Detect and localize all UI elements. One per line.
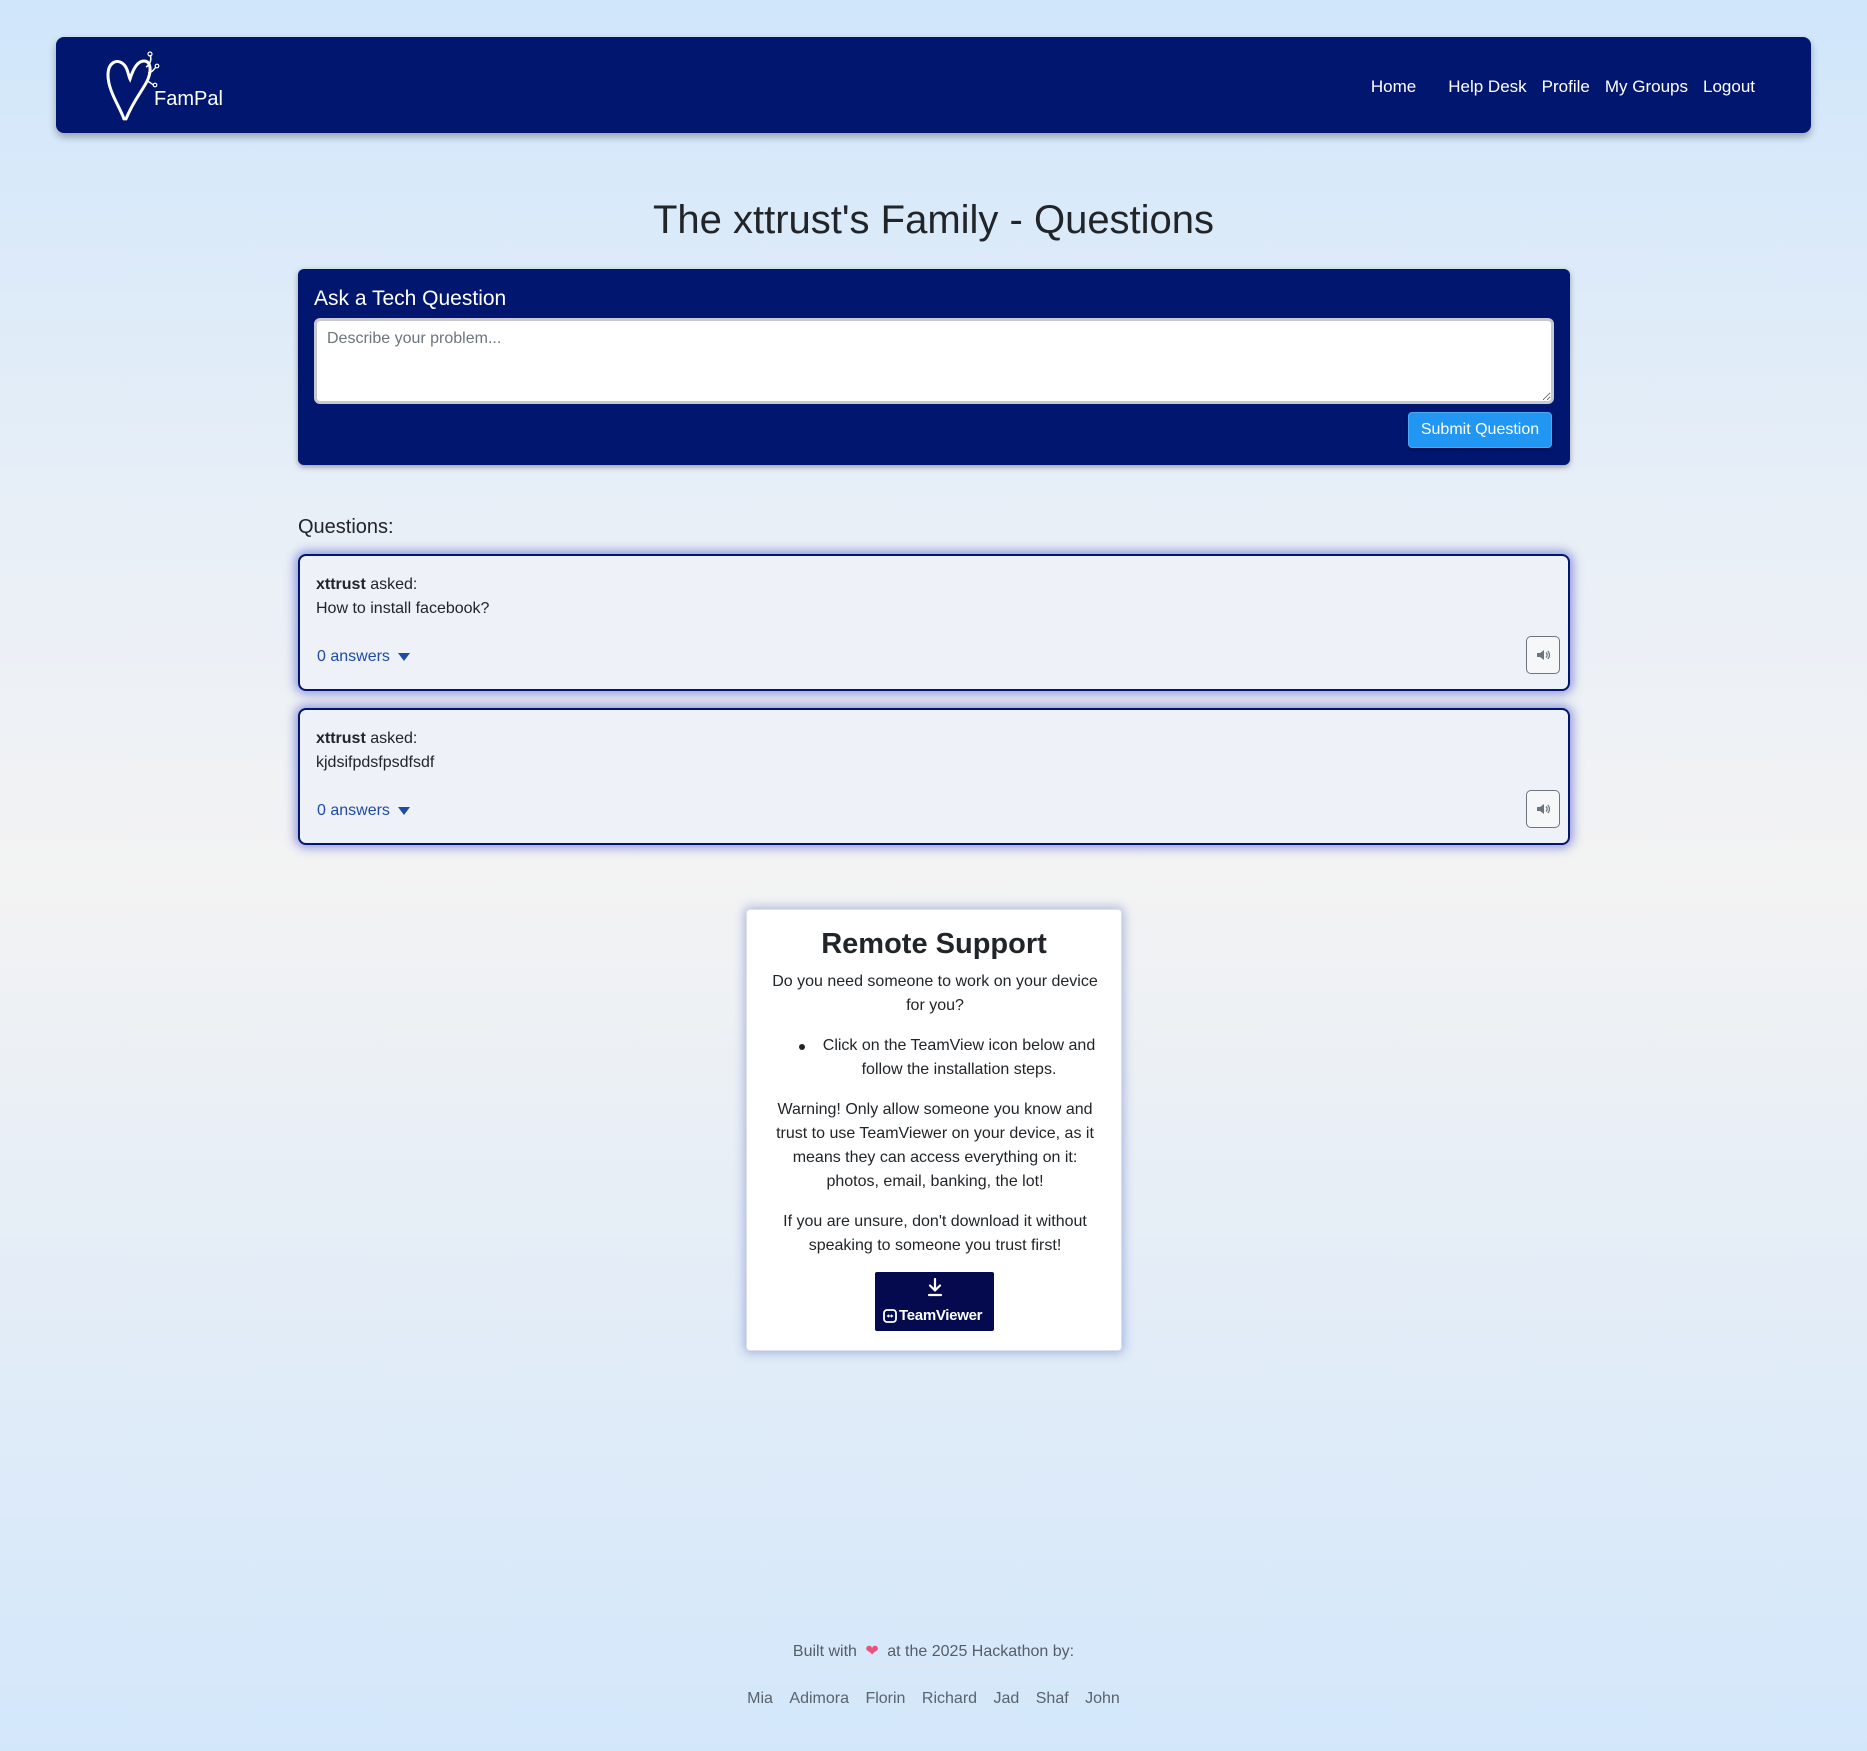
remote-support-card: Remote Support Do you need someone to wo… [746,909,1122,1351]
page-title: The xttrust's Family - Questions [652,198,1215,242]
question-meta: xttrust asked: [316,730,417,748]
navbar: FamPal Home Help Desk Profile My Groups … [56,37,1811,133]
questions-heading: Questions: [298,516,394,538]
team-member-name: Jad [993,1690,1020,1707]
question-card: xttrust asked: How to install facebook? … [298,554,1570,691]
team-member-name: Richard [921,1690,978,1707]
teamviewer-download-button[interactable]: TeamViewer [875,1272,994,1331]
question-meta: xttrust asked: [316,576,417,594]
read-aloud-button[interactable] [1526,636,1560,674]
remote-support-step: Click on the TeamView icon below and fol… [765,1034,1105,1082]
answers-toggle[interactable]: 0 answers [317,648,410,666]
speaker-icon [1537,804,1550,814]
footer-divider [750,1664,1120,1665]
question-text: How to install facebook? [316,600,490,617]
heart-logo-icon [106,51,160,121]
team-member-name: Adimora [789,1690,849,1707]
question-input[interactable] [314,318,1554,404]
brand-name: FamPal [154,88,223,110]
question-card: xttrust asked: kjdsifpdsfpsdfsdf 0 answe… [298,708,1570,845]
teamviewer-icon [883,1309,897,1323]
team-member-name: Florin [865,1690,906,1707]
footer-team-names: Mia Adimora Florin Richard Jad Shaf John [0,1690,1867,1708]
footer-built-with: Built with [792,1643,857,1660]
brand-link[interactable]: FamPal [102,47,242,123]
download-icon [927,1278,943,1297]
ask-question-title: Ask a Tech Question [314,287,507,310]
remote-support-intro: Do you need someone to work on your devi… [772,973,1098,1014]
heart-icon: ❤ [865,1643,879,1660]
answers-count: 0 answers [317,648,390,665]
caret-down-icon [397,653,410,661]
remote-support-step-text: Click on the TeamView icon below and fol… [822,1037,1096,1078]
speaker-icon [1537,650,1550,660]
caret-down-icon [397,807,410,815]
remote-support-title: Remote Support [821,928,1047,960]
nav-help-desk[interactable]: Help Desk [1448,77,1526,97]
answers-count: 0 answers [317,802,390,819]
team-member-name: Shaf [1035,1690,1069,1707]
remote-support-warning: Warning! Only allow someone you know and… [776,1101,1094,1190]
submit-question-button[interactable]: Submit Question [1408,412,1552,448]
nav-profile[interactable]: Profile [1542,77,1590,97]
team-member-name: John [1085,1690,1120,1707]
remote-support-caution: If you are unsure, don't download it wit… [783,1213,1087,1254]
asked-label: asked: [370,730,418,747]
footer-credit: Built with ❤ at the 2025 Hackathon by: [0,1641,1867,1661]
ask-question-card: Ask a Tech Question Submit Question [298,269,1570,465]
nav-my-groups[interactable]: My Groups [1605,77,1688,97]
nav-home[interactable]: Home [1371,77,1416,97]
read-aloud-button[interactable] [1526,790,1560,828]
team-member-name: Mia [747,1690,773,1707]
question-text: kjdsifpdsfpsdfsdf [316,754,435,771]
footer-hackathon: at the 2025 Hackathon by: [887,1643,1075,1660]
asked-label: asked: [370,576,418,593]
bullet-icon [799,1044,805,1050]
teamviewer-label: TeamViewer [899,1307,983,1324]
question-author: xttrust [316,730,366,747]
nav-links: Home Help Desk Profile My Groups Logout [1371,77,1755,97]
nav-logout[interactable]: Logout [1703,77,1755,97]
question-author: xttrust [316,576,366,593]
answers-toggle[interactable]: 0 answers [317,802,410,820]
